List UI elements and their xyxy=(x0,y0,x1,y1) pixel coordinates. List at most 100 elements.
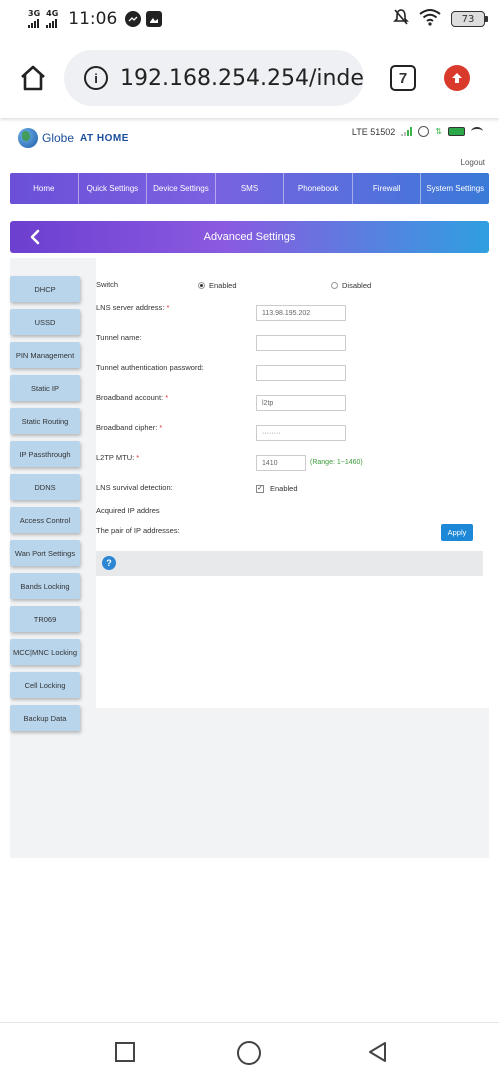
globe-icon xyxy=(18,128,38,148)
battery-icon: 73 xyxy=(451,11,488,27)
gallery-icon xyxy=(146,11,163,27)
logout-link[interactable]: Logout xyxy=(461,158,485,167)
switch-enabled-option[interactable]: Enabled xyxy=(198,281,237,290)
signal-icon xyxy=(401,127,413,136)
back-arrow-icon[interactable] xyxy=(28,229,42,245)
home-icon xyxy=(21,65,45,91)
url-text[interactable]: 192.168.254.254/inde xyxy=(120,66,364,91)
mtu-text: L2TP MTU: xyxy=(96,453,135,462)
broadband-account-text: Broadband account: xyxy=(96,393,164,402)
main-nav: Home Quick Settings Device Settings SMS … xyxy=(10,173,489,204)
switch-disabled-option[interactable]: Disabled xyxy=(331,281,371,290)
content-area: DHCP USSD PIN Management Static IP Stati… xyxy=(10,258,489,858)
ip-pair-label: The pair of IP addresses: xyxy=(96,526,180,535)
sidebar-item-bands-locking[interactable]: Bands Locking xyxy=(10,573,80,599)
survival-enabled-label: Enabled xyxy=(270,484,298,493)
required-mark: * xyxy=(165,393,169,402)
internet-icon xyxy=(418,126,430,137)
sidebar-item-ddns[interactable]: DDNS xyxy=(10,474,80,500)
sidebar-item-static-routing[interactable]: Static Routing xyxy=(10,408,80,434)
sidebar-item-access-control[interactable]: Access Control xyxy=(10,507,80,533)
lns-server-text: LNS server address: xyxy=(96,303,165,312)
l2tp-settings-form: Switch Enabled Disabled LNS server addre… xyxy=(96,258,489,708)
required-mark: * xyxy=(166,303,170,312)
broadband-cipher-input[interactable]: ········ xyxy=(256,425,346,441)
sidebar-item-backup-data[interactable]: Backup Data xyxy=(10,705,80,731)
home-nav-icon[interactable] xyxy=(236,1040,262,1066)
back-nav-icon[interactable] xyxy=(366,1040,390,1064)
recents-icon[interactable] xyxy=(113,1040,137,1064)
sidebar-item-tr069[interactable]: TR069 xyxy=(10,606,80,632)
network-type-label: 3G xyxy=(28,9,41,18)
survival-detection-option[interactable]: ✓ Enabled xyxy=(256,484,298,493)
signal-4g: 4G xyxy=(46,10,58,28)
mtu-input[interactable]: 1410 xyxy=(256,455,306,471)
nav-home[interactable]: Home xyxy=(10,173,79,204)
signal-bars-icon xyxy=(46,18,58,28)
mtu-range-hint: (Range: 1~1460) xyxy=(310,459,363,466)
sidebar-item-ussd[interactable]: USSD xyxy=(10,309,80,335)
switch-label: Switch xyxy=(96,280,119,289)
data-transfer-icon: ⇅ xyxy=(435,127,442,136)
nav-device-settings[interactable]: Device Settings xyxy=(147,173,216,204)
broadband-account-label: Broadband account: * xyxy=(96,393,168,402)
tunnel-name-label: Tunnel name: xyxy=(96,333,142,342)
sidebar-item-mcc-mnc-locking[interactable]: MCC|MNC Locking xyxy=(10,639,80,665)
status-bar: 3G 4G 11:06 73 xyxy=(0,0,499,38)
home-button[interactable] xyxy=(16,61,50,95)
sidebar-item-ip-passthrough[interactable]: IP Passthrough xyxy=(10,441,80,467)
broadband-cipher-text: Broadband cipher: xyxy=(96,423,158,432)
brand-name: Globe xyxy=(42,131,75,145)
nav-quick-settings[interactable]: Quick Settings xyxy=(79,173,148,204)
address-bar[interactable]: i 192.168.254.254/inde xyxy=(64,50,364,106)
required-mark: * xyxy=(159,423,163,432)
arrow-up-icon xyxy=(452,73,462,83)
info-icon[interactable]: i xyxy=(84,66,108,90)
wifi-icon xyxy=(419,8,441,30)
network-type-label: 4G xyxy=(46,9,59,18)
page-title: Advanced Settings xyxy=(203,231,296,243)
nav-system-settings[interactable]: System Settings xyxy=(421,173,489,204)
sidebar-item-dhcp[interactable]: DHCP xyxy=(10,276,80,302)
page-header: Globe AT HOME LTE 51502 ⇅ Logout xyxy=(10,118,489,170)
survival-detection-checkbox[interactable]: ✓ xyxy=(256,484,264,493)
sidebar-item-wan-port-settings[interactable]: Wan Port Settings xyxy=(10,540,80,566)
sidebar-item-pin-management[interactable]: PIN Management xyxy=(10,342,80,368)
signal-bars-icon xyxy=(28,18,39,28)
survival-detection-label: LNS survival detection: xyxy=(96,483,173,492)
wifi-icon xyxy=(471,127,483,136)
clock: 11:06 xyxy=(68,9,118,29)
update-button[interactable] xyxy=(444,65,470,91)
radio-enabled[interactable] xyxy=(198,282,205,289)
lns-server-input[interactable]: 113.98.195.202 xyxy=(256,305,346,321)
globe-logo: Globe AT HOME xyxy=(18,128,129,148)
lns-server-label: LNS server address: * xyxy=(96,303,169,312)
help-icon[interactable]: ? xyxy=(102,556,116,570)
system-nav-bar xyxy=(0,1022,499,1080)
tunnel-name-input[interactable] xyxy=(256,335,346,351)
tunnel-password-input[interactable] xyxy=(256,365,346,381)
apply-button[interactable]: Apply xyxy=(441,524,473,541)
network-label: LTE 51502 xyxy=(351,126,396,137)
network-status: LTE 51502 ⇅ xyxy=(352,126,483,137)
broadband-account-input[interactable]: l2tp xyxy=(256,395,346,411)
required-mark: * xyxy=(136,453,140,462)
nav-phonebook[interactable]: Phonebook xyxy=(284,173,353,204)
tunnel-password-label: Tunnel authentication password: xyxy=(96,363,204,372)
section-title-bar: Advanced Settings xyxy=(10,221,489,253)
radio-disabled-label: Disabled xyxy=(342,281,372,290)
mute-icon xyxy=(393,8,409,30)
radio-enabled-label: Enabled xyxy=(209,281,237,290)
messenger-icon xyxy=(125,11,142,27)
tab-switcher-button[interactable]: 7 xyxy=(390,65,416,91)
radio-disabled[interactable] xyxy=(331,282,338,289)
nav-firewall[interactable]: Firewall xyxy=(353,173,422,204)
signal-3g: 3G xyxy=(28,10,40,28)
sidebar-item-cell-locking[interactable]: Cell Locking xyxy=(10,672,80,698)
sidebar-item-static-ip[interactable]: Static IP xyxy=(10,375,80,401)
acquired-ip-label: Acquired IP addres xyxy=(96,506,160,515)
router-page: Globe AT HOME LTE 51502 ⇅ Logout Home Qu… xyxy=(10,118,489,1018)
brand-subtitle: AT HOME xyxy=(80,132,129,144)
help-bar: ? xyxy=(96,551,483,576)
nav-sms[interactable]: SMS xyxy=(216,173,285,204)
